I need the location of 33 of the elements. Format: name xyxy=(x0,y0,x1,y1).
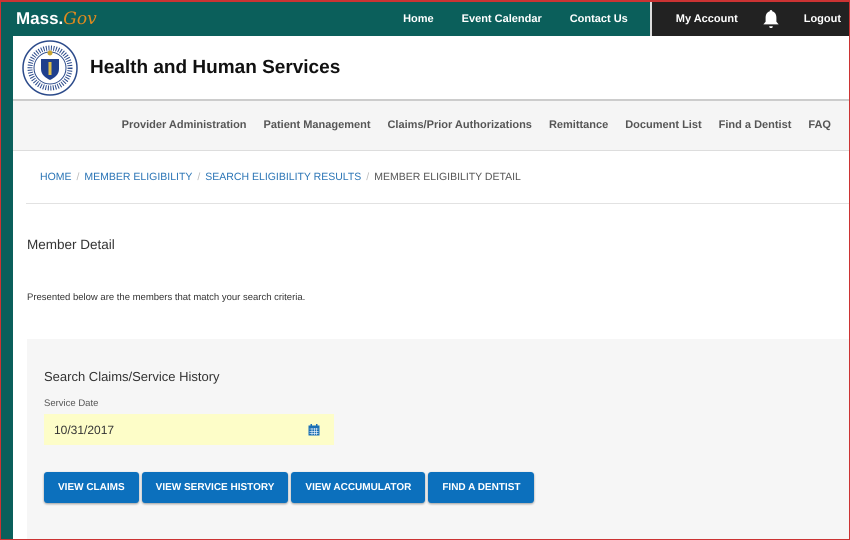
top-nav-link[interactable]: Home xyxy=(403,12,434,25)
breadcrumb-separator: / xyxy=(197,170,200,183)
calendar-icon[interactable] xyxy=(308,424,320,436)
main-nav-link[interactable]: Provider Administration xyxy=(122,119,247,132)
logout-link[interactable]: Logout xyxy=(804,12,841,25)
action-button[interactable]: FIND A DENTIST xyxy=(428,472,534,503)
mass-gov-logo[interactable]: Mass.Gov xyxy=(16,8,97,29)
date-field[interactable]: 10/31/2017 xyxy=(44,414,334,445)
breadcrumb-link[interactable]: SEARCH ELIGIBILITY RESULTS xyxy=(205,170,362,183)
page-heading: Member Detail xyxy=(27,237,116,252)
site-title: Health and Human Services xyxy=(90,56,340,79)
breadcrumb-separator: / xyxy=(366,170,370,183)
action-button[interactable]: VIEW ACCUMULATOR xyxy=(291,472,426,503)
main-nav-link[interactable]: Remittance xyxy=(548,119,608,132)
action-button[interactable]: VIEW CLAIMS xyxy=(44,472,139,503)
main-nav-link[interactable]: Find a Dentist xyxy=(718,119,792,132)
action-button[interactable]: VIEW SERVICE HISTORY xyxy=(142,472,288,503)
bell-icon[interactable] xyxy=(762,8,780,29)
top-nav-link[interactable]: Contact Us xyxy=(570,12,628,25)
seal-icon xyxy=(22,40,78,96)
panel-title: Search Claims/Service History xyxy=(44,369,221,384)
intro-text: Presented below are the members that match your search criteria. xyxy=(27,292,306,303)
main-nav-link[interactable]: Claims/Prior Authorizations xyxy=(387,119,532,132)
breadcrumb-link[interactable]: HOME xyxy=(40,170,72,183)
breadcrumb-separator: / xyxy=(76,170,80,183)
field-label: Service Date xyxy=(44,398,100,409)
my-account-link[interactable]: My Account xyxy=(676,12,738,25)
main-nav-link[interactable]: FAQ xyxy=(808,119,831,132)
top-nav-link[interactable]: Event Calendar xyxy=(462,12,542,25)
breadcrumb-current: MEMBER ELIGIBILITY DETAIL xyxy=(374,170,521,183)
main-nav-link[interactable]: Document List xyxy=(625,119,702,132)
breadcrumb-link[interactable]: MEMBER ELIGIBILITY xyxy=(84,170,192,183)
main-nav-link[interactable]: Patient Management xyxy=(264,119,370,132)
